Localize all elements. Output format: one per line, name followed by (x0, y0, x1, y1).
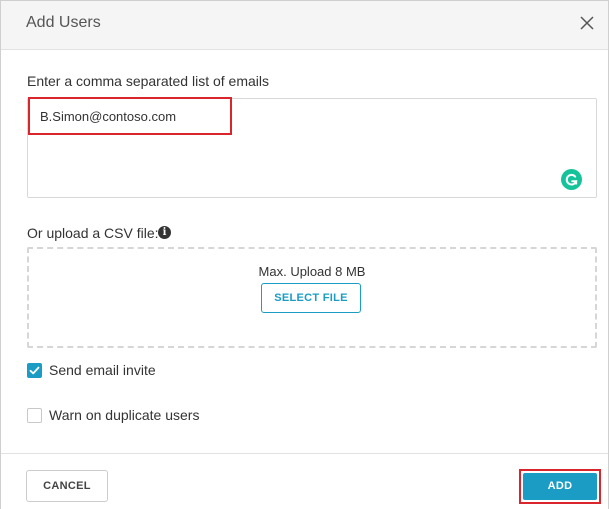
warn-duplicates-label[interactable]: Warn on duplicate users (49, 407, 199, 423)
close-icon (580, 16, 594, 30)
grammarly-icon[interactable] (561, 169, 582, 190)
csv-dropzone[interactable]: Max. Upload 8 MB SELECT FILE (27, 247, 597, 348)
info-icon[interactable]: i (158, 226, 171, 239)
emails-label: Enter a comma separated list of emails (27, 73, 269, 89)
cancel-button[interactable]: CANCEL (26, 470, 108, 502)
max-upload-text: Max. Upload 8 MB (258, 264, 366, 279)
send-invite-label[interactable]: Send email invite (49, 362, 156, 378)
csv-upload-label: Or upload a CSV file: (27, 225, 159, 241)
warn-duplicates-checkbox[interactable] (27, 408, 42, 423)
dialog-title: Add Users (26, 14, 101, 31)
close-button[interactable] (578, 14, 596, 32)
send-invite-checkbox[interactable] (27, 363, 42, 378)
select-file-button[interactable]: SELECT FILE (261, 283, 361, 313)
dialog-footer: CANCEL ADD (1, 453, 608, 509)
emails-textarea[interactable]: B.Simon@contoso.com (27, 97, 597, 198)
checkmark-icon (29, 366, 40, 375)
email-entry: B.Simon@contoso.com (40, 109, 177, 124)
add-users-dialog: Add Users Enter a comma separated list o… (0, 0, 609, 509)
dialog-header: Add Users (1, 1, 608, 50)
add-button[interactable]: ADD (523, 473, 597, 500)
